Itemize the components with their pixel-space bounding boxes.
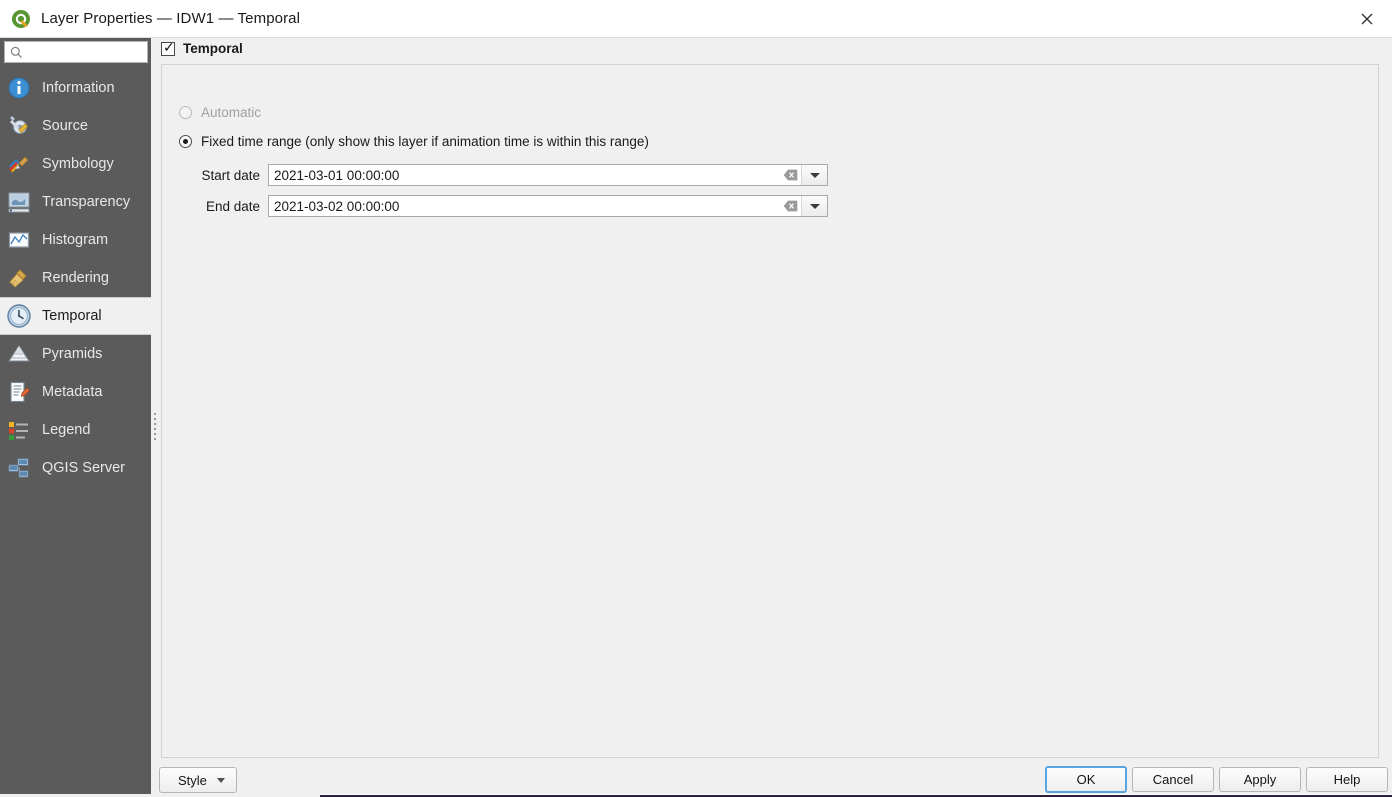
end-date-field[interactable]: 2021-03-02 00:00:00 [268,195,828,217]
sidebar: Information Source Symbology Transparenc… [0,38,151,797]
chevron-down-icon [217,778,225,783]
information-icon [6,75,32,101]
sidebar-item-qgis-server[interactable]: QGIS Server [0,449,151,487]
radio-automatic-label: Automatic [201,105,262,120]
ok-button-label: OK [1076,772,1096,787]
sidebar-item-label: Histogram [42,231,109,248]
cancel-button[interactable]: Cancel [1132,767,1214,792]
server-icon [6,455,32,481]
source-wrench-icon [6,113,32,139]
transparency-icon [6,189,32,215]
start-date-row: Start date 2021-03-01 00:00:00 [187,164,828,186]
rendering-broom-icon [6,265,32,291]
checkmark-icon: ✓ [163,39,175,56]
apply-button-label: Apply [1243,772,1277,787]
sidebar-item-transparency[interactable]: Transparency [0,183,151,221]
sidebar-item-label: Symbology [42,155,114,172]
search-input[interactable] [27,45,137,59]
start-date-label: Start date [201,167,260,183]
metadata-pencil-icon [6,379,32,405]
search-icon [10,46,23,59]
temporal-checkbox[interactable]: ✓ Temporal [161,41,243,56]
temporal-groupbox: Automatic Fixed time range (only show th… [161,64,1379,758]
radio-fixed-time-range[interactable]: Fixed time range (only show this layer i… [179,134,649,149]
end-date-row: End date 2021-03-02 00:00:00 [187,195,828,217]
sidebar-item-label: Source [42,117,88,134]
symbology-brush-icon [6,151,32,177]
ok-button[interactable]: OK [1045,766,1127,793]
histogram-icon [6,227,32,253]
layer-properties-dialog: Layer Properties — IDW1 — Temporal Infor… [0,0,1392,797]
sidebar-item-histogram[interactable]: Histogram [0,221,151,259]
sidebar-item-label: Temporal [42,307,102,324]
sidebar-item-symbology[interactable]: Symbology [0,145,151,183]
sidebar-item-temporal[interactable]: Temporal [0,297,151,335]
sidebar-item-label: Pyramids [42,345,103,362]
pyramids-icon [6,341,32,367]
sidebar-item-label: Metadata [42,383,103,400]
legend-icon [6,417,32,443]
sidebar-item-information[interactable]: Information [0,69,151,107]
sidebar-item-label: Legend [42,421,91,438]
sidebar-item-pyramids[interactable]: Pyramids [0,335,151,373]
cancel-button-label: Cancel [1152,772,1194,787]
sidebar-item-label: Information [42,79,115,96]
splitter-grip-icon [154,413,156,443]
radio-circle [179,106,192,119]
checkbox-box: ✓ [161,39,175,56]
sidebar-item-source[interactable]: Source [0,107,151,145]
end-date-value: 2021-03-02 00:00:00 [274,198,400,214]
sidebar-item-metadata[interactable]: Metadata [0,373,151,411]
caret-shape [809,203,820,209]
clock-icon [6,303,32,329]
chevron-down-icon[interactable] [801,196,827,216]
radio-fixed-time-range-label: Fixed time range (only show this layer i… [201,134,649,149]
sidebar-item-label: QGIS Server [42,459,125,476]
apply-button[interactable]: Apply [1219,767,1301,792]
sidebar-item-label: Rendering [42,269,109,286]
caret-shape [809,172,820,178]
main-content: ✓ Temporal Automatic Fixed time range (o… [157,38,1392,797]
clear-icon[interactable] [779,196,801,216]
sidebar-item-rendering[interactable]: Rendering [0,259,151,297]
qgis-logo-icon [10,8,32,30]
help-button[interactable]: Help [1306,767,1388,792]
search-box[interactable] [4,41,148,63]
end-date-label: End date [205,198,260,214]
dialog-button-bar: Style OK Cancel Apply Help [157,760,1392,797]
sidebar-item-legend[interactable]: Legend [0,411,151,449]
sidebar-nav: Information Source Symbology Transparenc… [0,69,151,487]
style-button-label: Style [178,772,207,788]
chevron-down-icon[interactable] [801,165,827,185]
clear-icon[interactable] [779,165,801,185]
style-button[interactable]: Style [159,767,237,793]
close-icon[interactable] [1342,0,1392,37]
radio-dot [183,139,188,144]
radio-automatic[interactable]: Automatic [179,105,261,120]
window-title: Layer Properties — IDW1 — Temporal [41,10,301,27]
temporal-checkbox-label: Temporal [183,41,243,56]
start-date-field[interactable]: 2021-03-01 00:00:00 [268,164,828,186]
sidebar-item-label: Transparency [42,193,131,210]
help-button-label: Help [1333,772,1361,787]
title-bar: Layer Properties — IDW1 — Temporal [0,0,1392,38]
start-date-value: 2021-03-01 00:00:00 [274,167,400,183]
radio-circle [179,135,192,148]
